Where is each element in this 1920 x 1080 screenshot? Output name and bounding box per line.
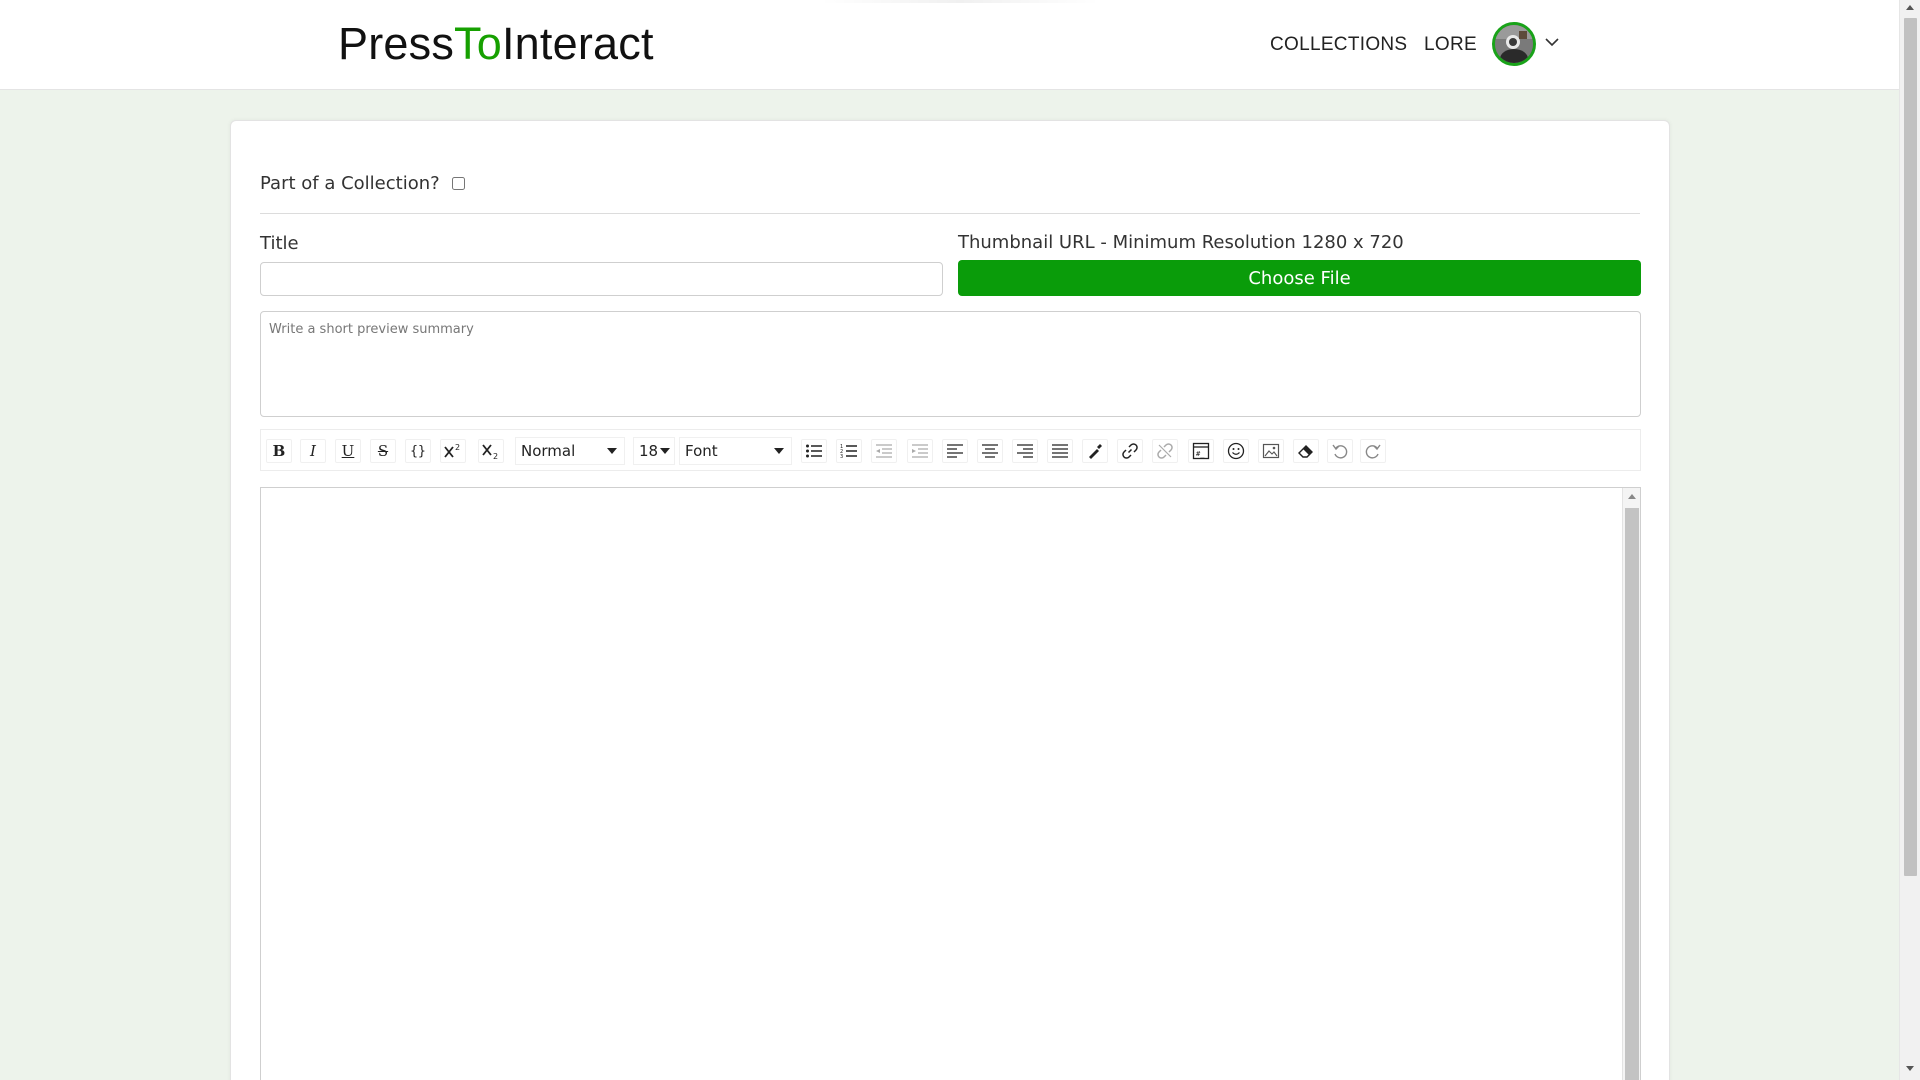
font-select-value: Font bbox=[685, 442, 718, 460]
header-shadow bbox=[820, 0, 1100, 3]
header-select-caret-icon bbox=[607, 448, 617, 454]
svg-text:2: 2 bbox=[493, 452, 498, 460]
align-center-button[interactable] bbox=[977, 439, 1003, 463]
header-select[interactable]: Normal bbox=[515, 437, 625, 465]
redo-icon bbox=[1365, 444, 1381, 459]
image-button[interactable] bbox=[1258, 439, 1284, 463]
indent-icon bbox=[912, 444, 928, 458]
superscript-button[interactable]: 2 bbox=[440, 439, 466, 463]
nav-collections[interactable]: COLLECTIONS bbox=[1270, 34, 1407, 56]
chevron-down-icon[interactable] bbox=[1544, 36, 1560, 48]
color-picker-button[interactable] bbox=[1082, 439, 1108, 463]
code-button[interactable]: {} bbox=[405, 439, 431, 463]
italic-icon: I bbox=[310, 442, 316, 460]
unlink-button[interactable] bbox=[1152, 439, 1178, 463]
avatar-image bbox=[1495, 25, 1533, 63]
editor-toolbar: B I U S {} 2 2 Normal 18 Font 1 2 3 #_ bbox=[260, 429, 1641, 471]
font-select-caret-icon bbox=[774, 448, 784, 454]
code-icon: {} bbox=[410, 443, 426, 459]
editor-scrollbar-thumb[interactable] bbox=[1625, 508, 1639, 1080]
collection-checkbox[interactable] bbox=[451, 177, 465, 190]
page-scrollbar-thumb[interactable] bbox=[1904, 18, 1917, 876]
eraser-icon bbox=[1298, 445, 1313, 458]
svg-text:#_: #_ bbox=[1196, 450, 1205, 458]
unlink-icon bbox=[1157, 443, 1173, 459]
svg-text:3: 3 bbox=[840, 454, 843, 459]
divider bbox=[260, 213, 1640, 214]
font-select[interactable]: Font bbox=[679, 437, 792, 465]
link-icon bbox=[1122, 443, 1138, 459]
embed-button[interactable]: #_ bbox=[1188, 439, 1214, 463]
undo-button[interactable] bbox=[1327, 439, 1353, 463]
numbered-list-button[interactable]: 1 2 3 bbox=[836, 439, 862, 463]
site-header: PressToInteract COLLECTIONS LORE bbox=[0, 0, 1899, 90]
site-logo[interactable]: PressToInteract bbox=[338, 18, 654, 70]
summary-textarea[interactable] bbox=[260, 311, 1641, 417]
collection-row: Part of a Collection? bbox=[260, 173, 465, 194]
emoji-icon bbox=[1227, 442, 1245, 460]
align-left-button[interactable] bbox=[942, 439, 968, 463]
color-picker-icon bbox=[1089, 444, 1102, 459]
underline-button[interactable]: U bbox=[335, 439, 361, 463]
strikethrough-button[interactable]: S bbox=[370, 439, 396, 463]
emoji-button[interactable] bbox=[1223, 439, 1249, 463]
editor-card: Part of a Collection? Title Thumbnail UR… bbox=[230, 120, 1670, 1080]
italic-button[interactable]: I bbox=[300, 439, 326, 463]
avatar[interactable] bbox=[1492, 22, 1536, 66]
title-label: Title bbox=[260, 233, 299, 254]
bullet-list-icon bbox=[806, 444, 822, 458]
image-icon bbox=[1262, 443, 1280, 459]
thumbnail-label: Thumbnail URL - Minimum Resolution 1280 … bbox=[958, 232, 1404, 253]
scroll-up-icon[interactable] bbox=[1906, 5, 1914, 10]
rich-text-editor[interactable] bbox=[260, 487, 1641, 1080]
svg-text:2: 2 bbox=[455, 443, 460, 452]
redo-button[interactable] bbox=[1360, 439, 1386, 463]
bold-button[interactable]: B bbox=[266, 439, 292, 463]
subscript-button[interactable]: 2 bbox=[478, 439, 504, 463]
editor-scrollbar[interactable] bbox=[1622, 488, 1640, 1080]
outdent-icon bbox=[876, 444, 892, 458]
scroll-down-icon[interactable] bbox=[1906, 1066, 1914, 1071]
choose-file-button[interactable]: Choose File bbox=[958, 260, 1641, 296]
bullet-list-button[interactable] bbox=[801, 439, 827, 463]
indent-button[interactable] bbox=[907, 439, 933, 463]
align-justify-button[interactable] bbox=[1047, 439, 1073, 463]
align-left-icon bbox=[947, 444, 963, 458]
numbered-list-icon: 1 2 3 bbox=[840, 444, 857, 459]
align-right-button[interactable] bbox=[1012, 439, 1038, 463]
page-scrollbar[interactable] bbox=[1899, 0, 1920, 1080]
logo-to: To bbox=[454, 18, 502, 69]
logo-press: Press bbox=[338, 18, 455, 69]
subscript-icon: 2 bbox=[482, 444, 498, 460]
nav-lore[interactable]: LORE bbox=[1424, 34, 1477, 56]
align-justify-icon bbox=[1052, 444, 1068, 458]
embed-icon: #_ bbox=[1192, 442, 1210, 460]
header-select-value: Normal bbox=[521, 442, 576, 460]
align-center-icon bbox=[982, 444, 998, 458]
undo-icon bbox=[1332, 444, 1348, 459]
size-select-caret-icon bbox=[660, 448, 670, 454]
size-select-value: 18 bbox=[639, 442, 659, 460]
eraser-button[interactable] bbox=[1293, 439, 1319, 463]
link-button[interactable] bbox=[1117, 439, 1143, 463]
size-select[interactable]: 18 bbox=[633, 437, 675, 465]
underline-icon: U bbox=[341, 442, 355, 460]
title-input[interactable] bbox=[260, 262, 943, 296]
outdent-button[interactable] bbox=[871, 439, 897, 463]
strikethrough-icon: S bbox=[377, 442, 389, 460]
collection-label: Part of a Collection? bbox=[260, 173, 440, 194]
logo-interact: Interact bbox=[501, 18, 654, 69]
scroll-up-icon[interactable] bbox=[1628, 494, 1636, 499]
superscript-icon: 2 bbox=[444, 443, 460, 458]
align-right-icon bbox=[1017, 444, 1033, 458]
bold-icon: B bbox=[272, 442, 286, 460]
